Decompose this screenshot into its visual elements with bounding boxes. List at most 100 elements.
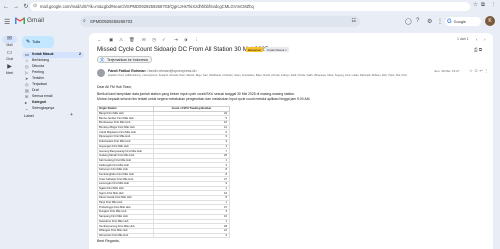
reply-icon[interactable]: ↩	[479, 68, 483, 73]
nav-item-all-mail[interactable]: ✉ Semua email	[22, 94, 84, 100]
site-info-icon[interactable]: ⊙	[33, 2, 37, 11]
reload-icon[interactable]: ↻	[22, 3, 30, 11]
nav-item-starred[interactable]: ☆ Berbintang	[22, 58, 84, 64]
send-icon: ➤	[25, 76, 29, 81]
table-row: Wonocolo First Mile Hub 9	[97, 232, 230, 239]
forward-icon[interactable]: →	[12, 3, 20, 11]
nav-item-label: Ditunda	[32, 64, 45, 68]
nav-item-label: Terkirim	[32, 76, 45, 80]
rail-chat[interactable]: ▭ Chat	[2, 50, 17, 61]
extensions-icon[interactable]: ⧉	[481, 2, 485, 9]
nav-item-label: Terjadwal	[32, 82, 47, 86]
draft-icon: ▤	[25, 88, 29, 93]
inbox-icon: ▭	[25, 52, 29, 57]
search-input[interactable]: ⌕ SPMD0929259268703 ☷	[80, 16, 360, 27]
mark-unread-icon[interactable]: ✉	[142, 37, 146, 43]
clock-icon: ◷	[25, 64, 29, 69]
nav-item-label: Draf	[32, 88, 39, 92]
expand-right-icon: ▸	[25, 100, 28, 105]
add-label-icon[interactable]: +	[70, 112, 73, 118]
search-icon[interactable]: ⌕	[83, 16, 86, 27]
nav-item-snoozed[interactable]: ◷ Ditunda	[22, 64, 84, 70]
translate-button[interactable]: 文 Terjemahkan ke Indonesia	[97, 56, 152, 63]
rail-meet[interactable]: ▶ Meet	[2, 64, 17, 75]
signoff: Best Regards,	[97, 239, 120, 243]
next-icon[interactable]: ›	[484, 37, 486, 42]
translate-icon: 文	[100, 57, 105, 62]
email-date: Jum, 30 Mei, 15.27	[434, 69, 460, 73]
star-icon[interactable]: ☆	[469, 68, 473, 73]
nav-item-drafts[interactable]: ▤ Draf	[22, 88, 84, 94]
sender-avatar[interactable]	[97, 69, 105, 77]
more-options-icon[interactable]: ⋮	[194, 37, 199, 43]
rail-chat-label: Chat	[6, 57, 13, 61]
delete-icon[interactable]: 🗑	[129, 37, 135, 43]
scheduled-icon: ◷	[25, 82, 29, 87]
message-actions: ☆ ☺ ↩ ⋮	[469, 68, 488, 73]
help-icon[interactable]: ?	[416, 18, 419, 24]
settings-icon[interactable]: ⚙	[427, 18, 432, 25]
body-paragraph: Berikut kami lampirkan data jumlah stati…	[97, 92, 296, 96]
filter-icon[interactable]: ☷	[352, 16, 356, 27]
nav-item-label: Penting	[32, 70, 44, 74]
nav-item-inbox[interactable]: ▭ Kotak Masuk 2	[22, 52, 84, 58]
nav-item-categories[interactable]: ▸ Kategori	[22, 100, 84, 106]
message-pane: ← ▣ ⚠ 🗑 ✉ ◷ ✓ ⇥ ⬗ ⋮ 1 dari 1 ‹ › Missed …	[89, 33, 493, 249]
status-icon[interactable]: ◯	[405, 18, 412, 25]
snooze-icon[interactable]: ◷	[152, 37, 156, 43]
archive-icon[interactable]: ▣	[109, 37, 113, 43]
pager-text: 1 dari 1	[457, 37, 469, 41]
meet-icon: ▶	[7, 64, 12, 70]
sender-email: <fandi.rohman@spxexpress.id>	[146, 69, 198, 73]
more-icon[interactable]: ⋮	[484, 68, 488, 73]
chevron-down-icon: ⌄	[25, 106, 29, 111]
station-cell: Wonocolo First Mile Hub	[97, 232, 154, 239]
labels-header: Label	[24, 113, 34, 118]
search-value: SPMD0929259268703	[90, 19, 133, 24]
nav-item-sent[interactable]: ➤ Terkirim	[22, 76, 84, 82]
nav-item-label: Berbintang	[32, 58, 49, 62]
important-icon: ▷	[25, 70, 29, 75]
rail-mail-label: Mail	[6, 43, 13, 47]
gmail-logo[interactable]: Gmail	[15, 17, 44, 24]
add-task-icon[interactable]: ✓	[162, 37, 166, 43]
rail-mail[interactable]: ✉ Mail	[2, 36, 17, 47]
back-icon[interactable]: ←	[2, 3, 10, 11]
sender-name[interactable]: Fandi Fatikul Rohman	[108, 69, 146, 73]
move-to-icon[interactable]: ⇥	[174, 37, 178, 43]
gmail-m-icon	[15, 17, 25, 24]
pencil-icon: ✎	[26, 39, 31, 45]
prev-icon[interactable]: ‹	[476, 37, 478, 42]
sender-line: Fandi Fatikul Rohman <fandi.rohman@spxex…	[108, 69, 197, 73]
nav-item-important[interactable]: ▷ Penting	[22, 70, 84, 76]
nav-item-label: Selengkapnya	[32, 106, 55, 110]
nav-item-label: Semua email	[32, 94, 53, 98]
inbox-label-chip[interactable]: Kotak Masuk ×	[265, 47, 289, 52]
nav-item-scheduled[interactable]: ◷ Terjadwal	[22, 82, 84, 88]
count-cell: 9	[153, 232, 230, 239]
body-paragraph: Mohon kepada seluruh tim terkait untuk s…	[97, 97, 311, 101]
gmail-logo-text: Gmail	[27, 17, 44, 24]
nav-item-more[interactable]: ⌄ Selengkapnya	[22, 106, 84, 112]
translate-label: Terjemahkan ke Indonesia	[107, 58, 148, 62]
rail-meet-label: Meet	[5, 71, 14, 75]
address-bar[interactable]: ⊙ mail.google.com/mail/u/0/?ik=rn&cgbd#s…	[30, 2, 470, 11]
recipients[interactable]: kepada Yusuf, sid9fmsdrviny, miscolycoun…	[108, 74, 408, 77]
report-spam-icon[interactable]: ⚠	[119, 37, 123, 43]
print-icon[interactable]: ⎙ ⧉	[474, 47, 482, 52]
email-subject: Missed Cycle Count Sidoarjo DC From All …	[97, 46, 269, 53]
browser-menu-icon[interactable]: ⋮	[491, 2, 497, 8]
greeting: Dear All FM Hub Team,	[97, 85, 132, 89]
avatar[interactable]: K	[485, 16, 495, 26]
compose-label: Tulis	[32, 39, 41, 44]
emoji-icon[interactable]: ☺	[474, 68, 478, 73]
inbox-count: 2	[79, 52, 81, 56]
bookmark-star-icon[interactable]: ☆	[473, 2, 478, 8]
chat-icon: ▭	[6, 50, 13, 56]
main-menu-icon[interactable]: ☰	[4, 18, 10, 26]
compose-button[interactable]: ✎ Tulis	[22, 36, 54, 48]
back-to-list-icon[interactable]: ←	[97, 37, 102, 42]
nav-item-label: Kategori	[32, 100, 47, 104]
account-org-chip[interactable]: G Google	[445, 17, 481, 26]
label-icon[interactable]: ⬗	[184, 37, 187, 43]
